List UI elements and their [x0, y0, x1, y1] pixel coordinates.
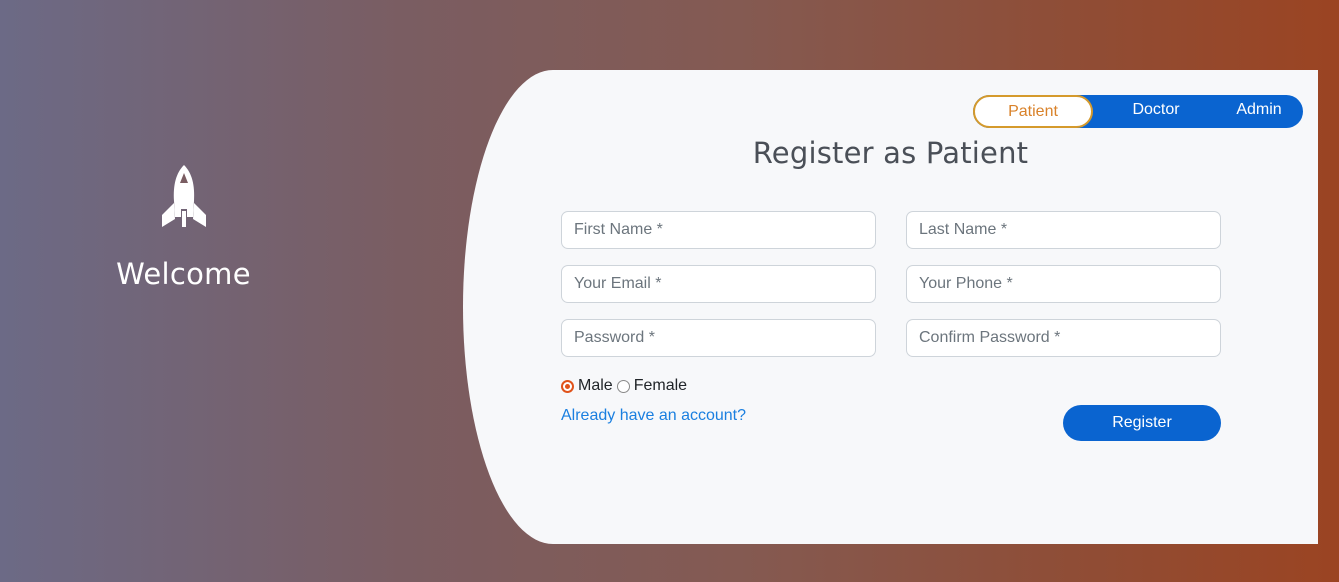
tab-doctor[interactable]: Doctor — [1096, 95, 1216, 128]
password-field[interactable] — [561, 319, 876, 357]
female-radio[interactable] — [616, 379, 630, 393]
confirm-password-field[interactable] — [906, 319, 1221, 357]
welcome-panel: Welcome — [0, 0, 367, 582]
first-name-field[interactable] — [561, 211, 876, 249]
male-radio[interactable] — [561, 379, 574, 393]
welcome-text: Welcome — [116, 257, 251, 291]
phone-field[interactable] — [906, 265, 1221, 303]
last-name-field[interactable] — [906, 211, 1221, 249]
registration-card: Doctor Admin Patient Register as Patient… — [463, 70, 1318, 544]
role-switch: Doctor Admin Patient — [973, 95, 1303, 128]
login-link[interactable]: Already have an account? — [561, 407, 746, 425]
form-title: Register as Patient — [752, 136, 1029, 170]
email-field[interactable] — [561, 265, 876, 303]
tab-patient[interactable]: Patient — [973, 95, 1093, 128]
tab-admin[interactable]: Admin — [1199, 95, 1319, 128]
rocket-icon — [162, 165, 206, 227]
gender-radio-group: Male Female — [561, 375, 691, 397]
female-radio-label[interactable]: Female — [634, 377, 687, 395]
male-radio-label[interactable]: Male — [578, 377, 613, 395]
register-button[interactable]: Register — [1063, 405, 1221, 441]
